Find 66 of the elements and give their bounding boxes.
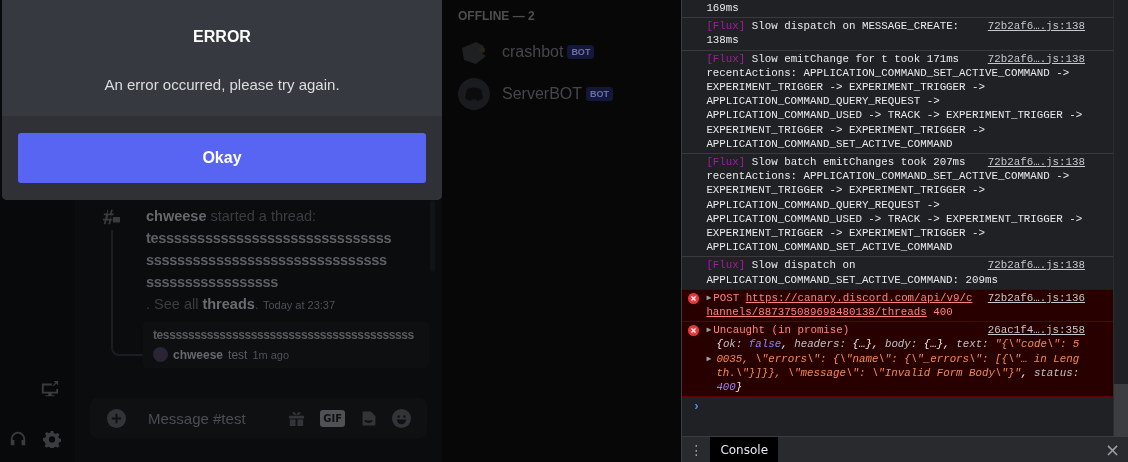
request-url-segment[interactable]: hannels/887375089698480138/threads — [706, 306, 927, 319]
avatar — [153, 347, 168, 362]
timestamp: 1m ago — [252, 348, 290, 361]
source-link[interactable]: 26ac1f4….js:358 — [987, 323, 1085, 338]
screen-share-icon[interactable] — [41, 380, 59, 398]
bot-tag: BOT — [567, 45, 595, 59]
console-error: ▶ Uncaught (in promise) — [706, 324, 850, 337]
author-name[interactable]: chweese — [146, 208, 207, 224]
expand-toggle[interactable]: ▶ — [706, 351, 712, 366]
member-group-heading: OFFLINE — 2 — [458, 9, 536, 23]
close-button[interactable]: × — [1104, 439, 1128, 460]
sticker-icon[interactable] — [359, 408, 378, 428]
threads-link[interactable]: threads — [202, 296, 255, 312]
console-message-continuation: recentActions: APPLICATION_COMMAND_SET_ACTIVE_COMMAND -> EXPERIMENT_TRIGGER -> EXPERIMENT_TRIGGER -> APPLICATION_COMMAND_QUERY_REQUEST -> APPLICATION_COMMAND_USED -> TRACK -> EXPERIMENT_TRIGGER -> EXPERIMENT_TRIGGER -> EXPERIMENT_TRIGGER -> APPLICATION_COMMAND_SET_ACTIVE_COMMAND — [706, 169, 1083, 255]
okay-button[interactable]: Okay — [18, 133, 426, 183]
status-code: 400 — [933, 306, 953, 319]
member-name: ServerBOT — [502, 85, 582, 103]
console-message-continuation: recentActions: APPLICATION_COMMAND_SET_ACTIVE_COMMAND -> EXPERIMENT_TRIGGER -> EXPERIMENT_TRIGGER -> APPLICATION_COMMAND_QUERY_REQUEST -> APPLICATION_COMMAND_USED -> TRACK -> EXPERIMENT_TRIGGER -> EXPERIMENT_TRIGGER -> EXPERIMENT_TRIGGER -> APPLICATION_COMMAND_SET_ACTIVE_COMMAND — [706, 65, 1083, 152]
drawer-menu-button[interactable]: ⋮ — [682, 441, 711, 458]
member-item[interactable]: crashbot BOT — [458, 31, 682, 73]
source-link[interactable]: 72b2af6….js:138 — [987, 155, 1085, 170]
thread-name: sssssssssssssssssssssssssssssss — [146, 251, 388, 270]
console-message-continuation: APPLICATION_COMMAND_SET_ACTIVE_COMMAND: 209ms — [706, 272, 998, 287]
console-prompt[interactable]: › — [692, 399, 701, 415]
bot-tag: BOT — [586, 87, 613, 101]
object-preview: 0035, \"errors\": {\"name\": {\"_errors\": [{\"… in Leng — [716, 351, 1080, 366]
system-text: . — [254, 296, 259, 312]
http-method: POST — [713, 291, 740, 304]
last-message: test — [228, 347, 248, 362]
expand-toggle[interactable]: ▶ — [706, 325, 712, 335]
error-icon — [688, 292, 700, 304]
message-placeholder: Message #test — [148, 409, 247, 427]
console-message: [Flux] Slow dispatch on MESSAGE_CREATE: — [706, 20, 960, 33]
author-name: chweese — [173, 347, 224, 362]
object-preview: {ok: false, headers: {…}, body: {…}, text: "{\"code\": 5 — [716, 337, 1080, 352]
add-icon[interactable] — [107, 408, 126, 428]
console-tab[interactable]: Console — [710, 437, 779, 462]
object-preview: th.\"}]}}, \"message\": \"Invalid Form Body\"}", status: — [716, 365, 1080, 381]
error-icon — [688, 325, 700, 337]
thread-name: sssssssssssssssss — [146, 273, 279, 292]
member-name: crashbot — [502, 43, 564, 61]
settings-icon[interactable] — [43, 430, 61, 448]
console-message: 169ms — [706, 2, 739, 14]
timestamp: Today at 23:37 — [262, 299, 336, 311]
console-message: [Flux] Slow batch emitChanges took 207ms — [706, 156, 966, 169]
source-link[interactable]: 72b2af6….js:138 — [987, 258, 1085, 273]
source-link[interactable]: 72b2af6….js:138 — [987, 19, 1085, 34]
source-link[interactable]: 72b2af6….js:138 — [987, 51, 1085, 66]
expand-toggle[interactable]: ▶ — [706, 292, 712, 302]
thread-name: tessssssssssssssssssssssssssssss — [146, 229, 393, 248]
scrollbar[interactable] — [430, 200, 435, 272]
avatar — [458, 78, 490, 110]
thread-title: tessssssssssssssssssssssssssssssssssssssss — [153, 328, 415, 342]
emoji-icon[interactable] — [392, 408, 411, 428]
dialog-message: An error occurred, please try again. — [104, 76, 340, 93]
member-item[interactable]: ServerBOT BOT — [458, 73, 682, 115]
console-message-continuation: 138ms — [706, 33, 739, 48]
thread-icon — [102, 208, 120, 226]
dialog-title: ERROR — [193, 28, 251, 46]
source-link[interactable]: 72b2af6….js:136 — [987, 290, 1085, 306]
object-preview: 400} — [716, 380, 743, 395]
headset-icon[interactable] — [9, 430, 27, 448]
request-url-segment[interactable]: https://canary.discord.com/api/v9/c — [745, 291, 973, 304]
console-message: [Flux] Slow dispatch on — [706, 259, 856, 272]
console-message: [Flux] Slow emitChange for t took 171ms — [706, 52, 960, 65]
scrollbar[interactable] — [1113, 0, 1128, 436]
